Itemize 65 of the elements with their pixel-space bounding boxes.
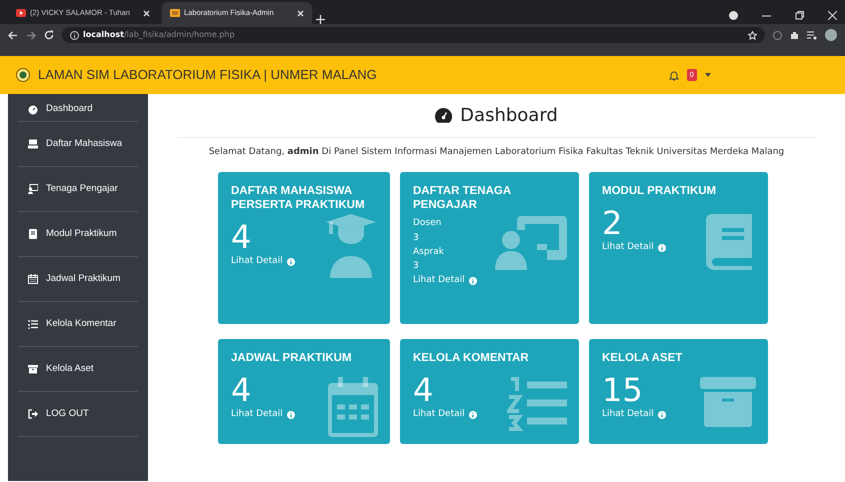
calendar-icon [28,274,38,284]
page-icon [170,9,180,17]
card-title: KELOLA KOMENTAR [413,350,530,365]
avatar-icon[interactable] [825,29,837,41]
teacher-icon [495,214,567,272]
restore-icon[interactable] [795,11,804,20]
welcome-text: Selamat Datang, admin Di Panel Sistem Informasi Manajemen Laboratorium Fisika Fakultas Teknik Universitas Merdeka Malang [208,146,784,159]
calendar-icon [328,376,378,436]
stat-label: Asprak [413,246,445,260]
info-icon [468,276,477,285]
page-heading: Dashboard [460,104,558,128]
list-icon [28,319,38,329]
site-title: LAMAN SIM LABORATORIUM FISIKA | UNMER MALANG [38,66,377,84]
stat-value: 3 [413,232,420,245]
sidebar-item[interactable]: Kelola Aset [18,347,138,392]
info-icon [658,244,666,252]
plus-icon[interactable] [316,15,325,24]
stat-value: 3 [413,260,420,274]
archive-icon [28,364,38,374]
close-icon[interactable] [828,11,837,20]
logo-icon [16,68,30,82]
sidebar-item[interactable]: Tenaga Pengajar [18,167,138,212]
card-count: 2 [602,206,622,242]
card-title: DAFTAR TENAGA PENGAJAR [413,184,512,212]
card-count: 4 [413,372,434,408]
star-icon[interactable] [748,30,757,40]
stat-label: Dosen [413,217,442,230]
playlist-icon[interactable] [807,30,817,40]
info-icon [70,30,79,40]
card-title: MODUL PRAKTIKUM [602,184,718,198]
profile-icon[interactable] [729,11,738,20]
sidebar-item[interactable]: Kelola Komentar [18,302,138,347]
dashboard-icon [28,104,38,114]
user-icon [28,139,38,149]
url-text: localhost/lab_fisika/admin/home.php [83,29,235,41]
sidebar-item[interactable]: Modul Praktikum [18,212,138,257]
graduate-icon [324,214,378,278]
sidebar-item[interactable]: Jadwal Praktikum [18,257,138,302]
dashboard-icon [435,108,452,123]
reload-icon[interactable] [44,30,54,40]
card-title: DAFTAR MAHASISWA PERSERTA PRAKTIKUM [231,184,366,212]
caret-icon[interactable] [705,73,711,77]
card-title: JADWAL PRAKTIKUM [231,350,353,365]
address-bar[interactable]: localhost/lab_fisika/admin/home.php [62,27,765,43]
sign-out-icon [28,409,38,419]
video-icon [16,9,26,17]
sidebar-item[interactable]: LOG OUT [18,392,138,437]
card-count: 15 [602,372,643,408]
card-count: 4 [231,372,252,408]
sidebar-item[interactable]: Daftar Mahasiswa [18,122,138,167]
forward-icon[interactable] [26,30,36,40]
info-icon [286,410,295,419]
bell-icon[interactable] [668,70,679,80]
book-icon [28,229,38,239]
archive-icon [700,376,756,426]
close-icon[interactable] [143,10,150,16]
info-icon [468,410,477,419]
back-icon[interactable] [8,30,18,40]
info-icon [286,258,295,266]
info-icon [658,410,666,419]
teacher-icon [28,184,38,194]
close-icon[interactable] [297,10,304,16]
sidebar-item[interactable]: Dashboard [18,94,138,122]
card-count: 4 [231,220,252,256]
card-title: KELOLA ASET [602,350,684,365]
